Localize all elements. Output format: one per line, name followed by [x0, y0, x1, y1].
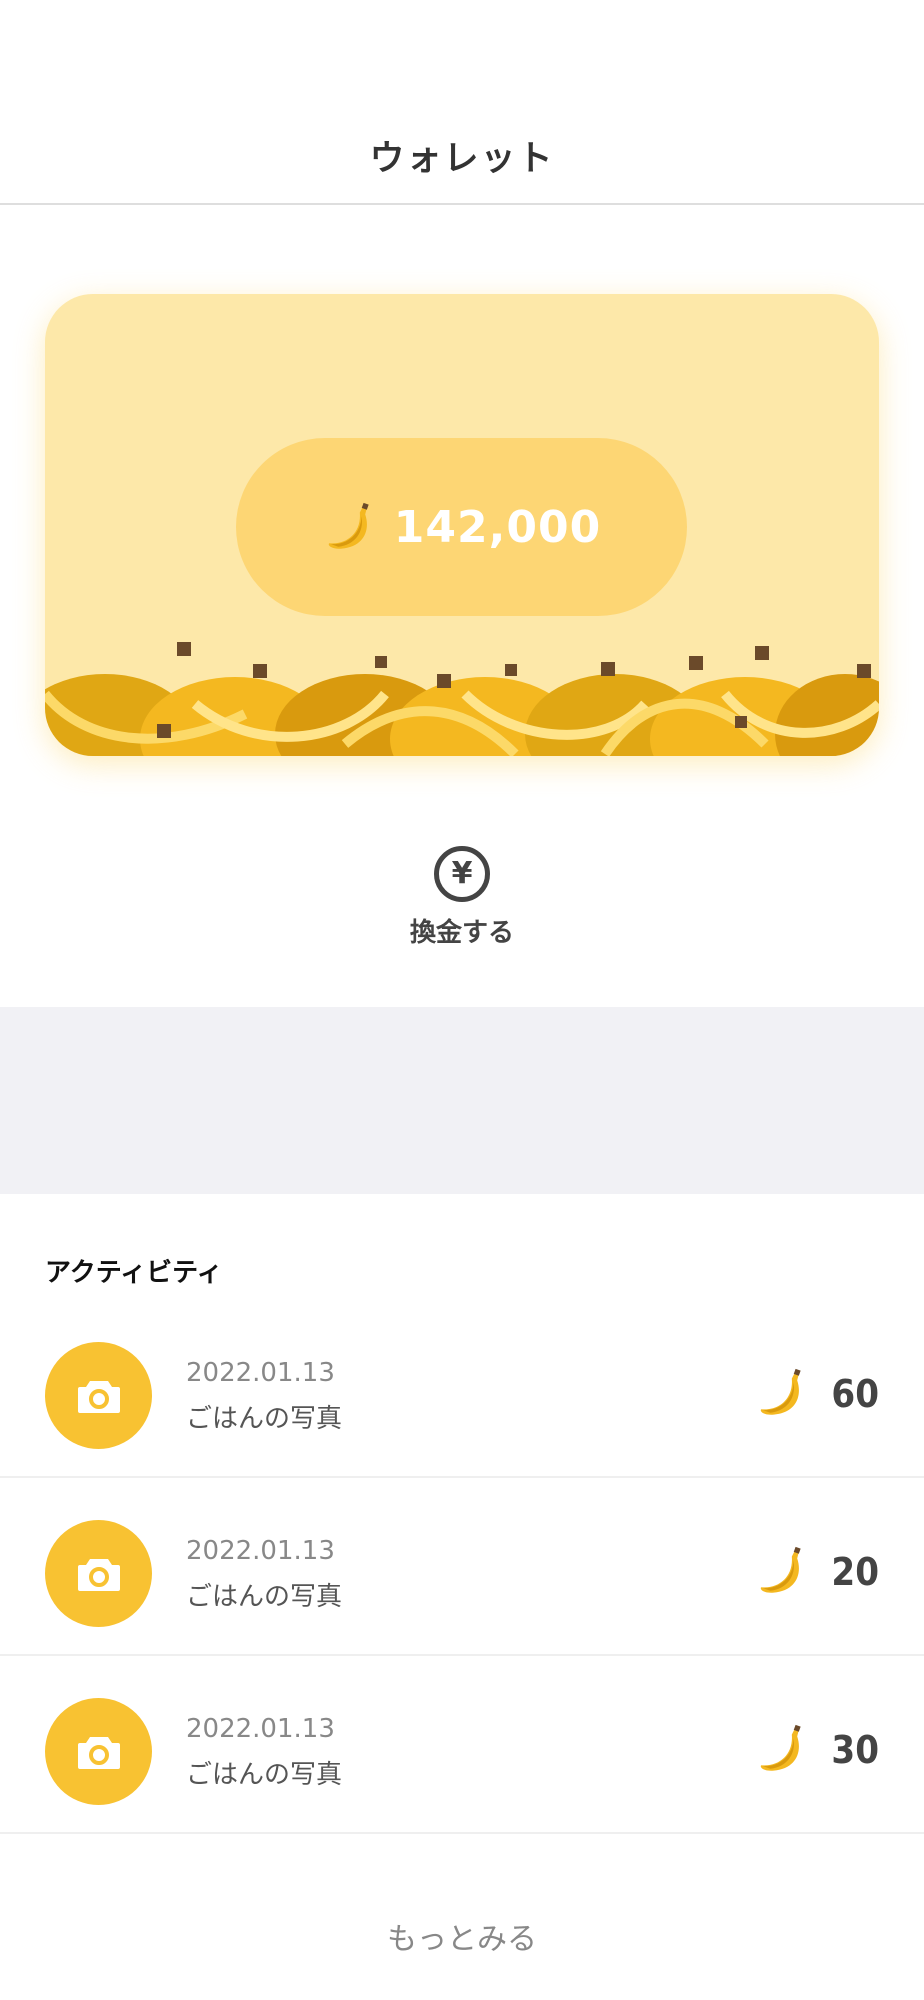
see-more-link[interactable]: もっとみる [0, 1914, 924, 1958]
app-header: ウォレット [0, 0, 924, 205]
banana-icon [760, 1546, 801, 1593]
banana-pile-illustration [45, 642, 879, 756]
activity-title: ごはんの写真 [186, 1404, 343, 1434]
camera-icon [45, 1698, 152, 1805]
activity-date: 2022.01.13 [186, 1714, 335, 1744]
activity-title: ごはんの写真 [186, 1582, 343, 1612]
page-title: ウォレット [369, 139, 555, 179]
section-divider [0, 1007, 924, 1194]
activity-date: 2022.01.13 [186, 1358, 335, 1388]
balance-pill: 142,000 [236, 438, 687, 616]
exchange-label: 換金する [409, 918, 514, 948]
wallet-card: 142,000 [45, 294, 879, 756]
activity-item[interactable]: 2022.01.13 ごはんの写真 60 [0, 1300, 924, 1478]
activity-title: ごはんの写真 [186, 1760, 343, 1790]
camera-icon [45, 1342, 152, 1449]
activity-amount: 20 [831, 1550, 879, 1594]
balance-value: 142,000 [393, 501, 602, 553]
camera-icon [45, 1520, 152, 1627]
banana-icon [328, 502, 369, 549]
activity-heading: アクティビティ [45, 1258, 223, 1288]
activity-amount: 60 [831, 1372, 879, 1416]
yen-icon: ¥ [434, 846, 490, 902]
activity-amount: 30 [831, 1728, 879, 1772]
activity-item[interactable]: 2022.01.13 ごはんの写真 30 [0, 1656, 924, 1834]
activity-list: 2022.01.13 ごはんの写真 60 2022.01.13 ごはんの写真 2… [0, 1300, 924, 1834]
activity-item[interactable]: 2022.01.13 ごはんの写真 20 [0, 1478, 924, 1656]
banana-icon [760, 1724, 801, 1771]
activity-date: 2022.01.13 [186, 1536, 335, 1566]
exchange-button[interactable]: ¥ 換金する [362, 840, 562, 950]
banana-icon [760, 1368, 801, 1415]
